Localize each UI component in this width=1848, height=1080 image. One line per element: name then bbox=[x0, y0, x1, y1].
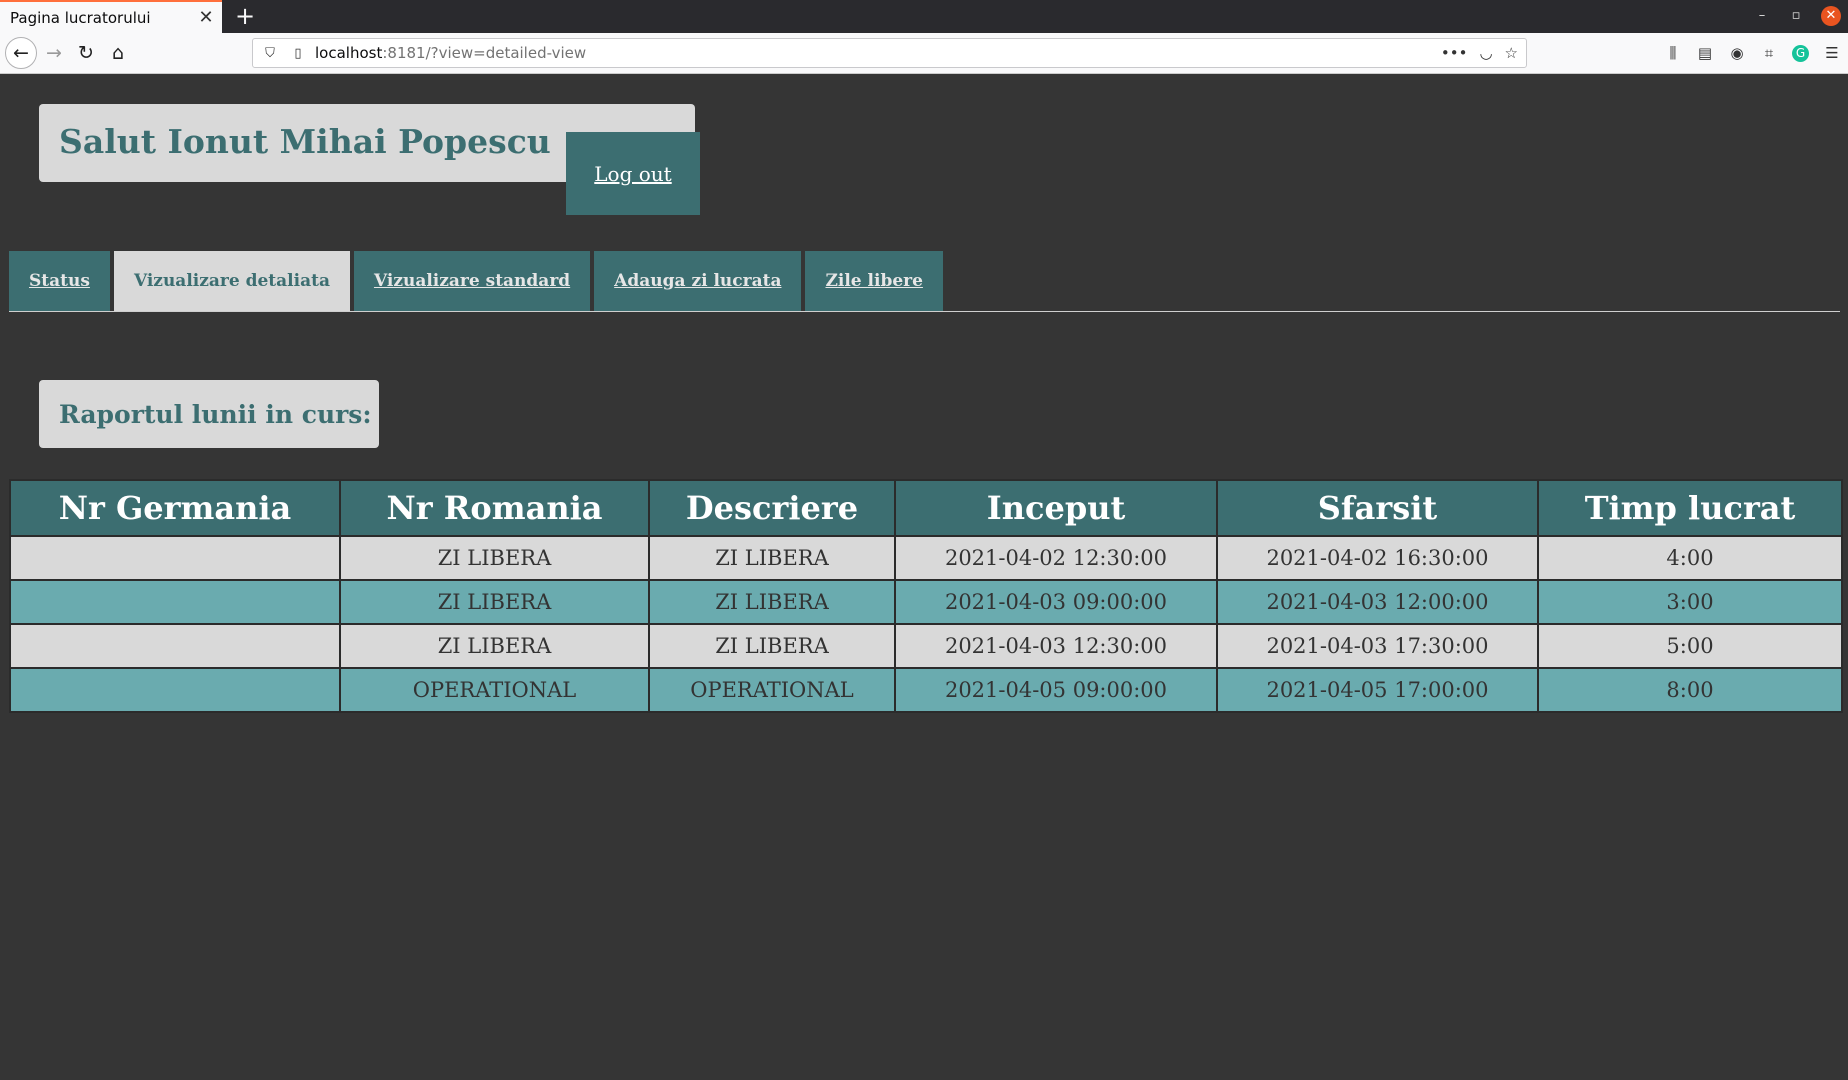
back-icon[interactable]: ← bbox=[5, 37, 37, 69]
forward-icon[interactable]: → bbox=[40, 39, 68, 67]
more-icon[interactable]: ••• bbox=[1441, 44, 1468, 62]
cell-descriere: ZI LIBERA bbox=[648, 535, 896, 581]
cell-inceput: 2021-04-05 09:00:00 bbox=[894, 667, 1218, 713]
table-row: ZI LIBERA ZI LIBERA 2021-04-03 12:30:00 … bbox=[9, 623, 1843, 669]
minimize-window-button[interactable]: – bbox=[1752, 6, 1772, 26]
report-table: Nr Germania Nr Romania Descriere Inceput… bbox=[9, 479, 1843, 713]
tab-vizualizare-standard[interactable]: Vizualizare standard bbox=[353, 251, 591, 311]
browser-tab-title: Pagina lucratorului bbox=[10, 8, 151, 27]
cell-timp-lucrat: 4:00 bbox=[1537, 535, 1843, 581]
tab-adauga-zi-lucrata[interactable]: Adauga zi lucrata bbox=[594, 251, 802, 311]
tab-vizualizare-detaliata[interactable]: Vizualizare detaliata bbox=[113, 251, 350, 311]
cell-descriere: ZI LIBERA bbox=[648, 623, 896, 669]
cell-descriere: ZI LIBERA bbox=[648, 579, 896, 625]
account-icon[interactable]: ◉ bbox=[1721, 44, 1753, 62]
bookmark-star-icon[interactable]: ☆ bbox=[1505, 44, 1518, 62]
column-header-descriere: Descriere bbox=[648, 479, 896, 537]
cell-nr-romania: ZI LIBERA bbox=[339, 579, 650, 625]
cell-inceput: 2021-04-03 12:30:00 bbox=[894, 623, 1218, 669]
page-icon: ▯ bbox=[294, 45, 302, 61]
cell-sfarsit: 2021-04-05 17:00:00 bbox=[1216, 667, 1539, 713]
report-title: Raportul lunii in curs: bbox=[59, 399, 372, 429]
browser-navbar: ← → ↻ ⌂ ⛉ ▯ localhost:8181/?view=detaile… bbox=[0, 33, 1848, 74]
cell-nr-germania bbox=[9, 579, 341, 625]
menu-icon[interactable]: ☰ bbox=[1816, 44, 1848, 62]
logout-link[interactable]: Log out bbox=[594, 162, 671, 186]
cell-descriere: OPERATIONAL bbox=[648, 667, 896, 713]
home-icon[interactable]: ⌂ bbox=[104, 39, 132, 67]
table-row: ZI LIBERA ZI LIBERA 2021-04-03 09:00:00 … bbox=[9, 579, 1843, 625]
browser-tab[interactable]: Pagina lucratorului ✕ bbox=[0, 0, 222, 33]
browser-tab-strip: Pagina lucratorului ✕ + – ▫ ✕ bbox=[0, 0, 1848, 33]
shield-icon[interactable]: ⛉ bbox=[259, 46, 281, 61]
tabs-divider bbox=[9, 311, 1840, 312]
cell-nr-romania: ZI LIBERA bbox=[339, 535, 650, 581]
tab-zile-libere[interactable]: Zile libere bbox=[805, 251, 943, 311]
maximize-window-button[interactable]: ▫ bbox=[1786, 6, 1806, 26]
grammarly-icon[interactable]: G bbox=[1792, 44, 1809, 62]
library-icon[interactable]: ⫼ bbox=[1657, 44, 1689, 62]
cell-nr-germania bbox=[9, 623, 341, 669]
cell-timp-lucrat: 8:00 bbox=[1537, 667, 1843, 713]
view-tabs: Status Vizualizare detaliata Vizualizare… bbox=[9, 251, 943, 311]
column-header-nr-romania: Nr Romania bbox=[339, 479, 650, 537]
column-header-nr-germania: Nr Germania bbox=[9, 479, 341, 537]
greeting-title: Salut Ionut Mihai Popescu bbox=[59, 122, 551, 161]
tab-status[interactable]: Status bbox=[9, 251, 110, 311]
close-window-button[interactable]: ✕ bbox=[1821, 6, 1841, 26]
cell-nr-romania: ZI LIBERA bbox=[339, 623, 650, 669]
table-header-row: Nr Germania Nr Romania Descriere Inceput… bbox=[9, 479, 1843, 537]
table-row: ZI LIBERA ZI LIBERA 2021-04-02 12:30:00 … bbox=[9, 535, 1843, 581]
cell-nr-romania: OPERATIONAL bbox=[339, 667, 650, 713]
column-header-sfarsit: Sfarsit bbox=[1216, 479, 1539, 537]
cell-nr-germania bbox=[9, 535, 341, 581]
reload-icon[interactable]: ↻ bbox=[72, 39, 100, 67]
new-tab-button[interactable]: + bbox=[232, 2, 258, 30]
report-title-panel: Raportul lunii in curs: bbox=[39, 380, 379, 448]
logout-button[interactable]: Log out bbox=[566, 132, 700, 215]
close-tab-icon[interactable]: ✕ bbox=[194, 7, 218, 28]
cell-sfarsit: 2021-04-03 17:30:00 bbox=[1216, 623, 1539, 669]
cell-nr-germania bbox=[9, 667, 341, 713]
pocket-icon[interactable]: ◡ bbox=[1479, 44, 1492, 62]
extension-icon[interactable]: ⌗ bbox=[1753, 44, 1785, 62]
table-row: OPERATIONAL OPERATIONAL 2021-04-05 09:00… bbox=[9, 667, 1843, 713]
cell-inceput: 2021-04-02 12:30:00 bbox=[894, 535, 1218, 581]
url-text[interactable]: localhost:8181/?view=detailed-view bbox=[315, 44, 586, 62]
cell-inceput: 2021-04-03 09:00:00 bbox=[894, 579, 1218, 625]
column-header-inceput: Inceput bbox=[894, 479, 1218, 537]
sidebar-icon[interactable]: ▤ bbox=[1689, 44, 1721, 62]
cell-sfarsit: 2021-04-03 12:00:00 bbox=[1216, 579, 1539, 625]
url-bar[interactable]: ⛉ ▯ localhost:8181/?view=detailed-view •… bbox=[252, 38, 1527, 68]
cell-sfarsit: 2021-04-02 16:30:00 bbox=[1216, 535, 1539, 581]
cell-timp-lucrat: 3:00 bbox=[1537, 579, 1843, 625]
cell-timp-lucrat: 5:00 bbox=[1537, 623, 1843, 669]
column-header-timp-lucrat: Timp lucrat bbox=[1537, 479, 1843, 537]
